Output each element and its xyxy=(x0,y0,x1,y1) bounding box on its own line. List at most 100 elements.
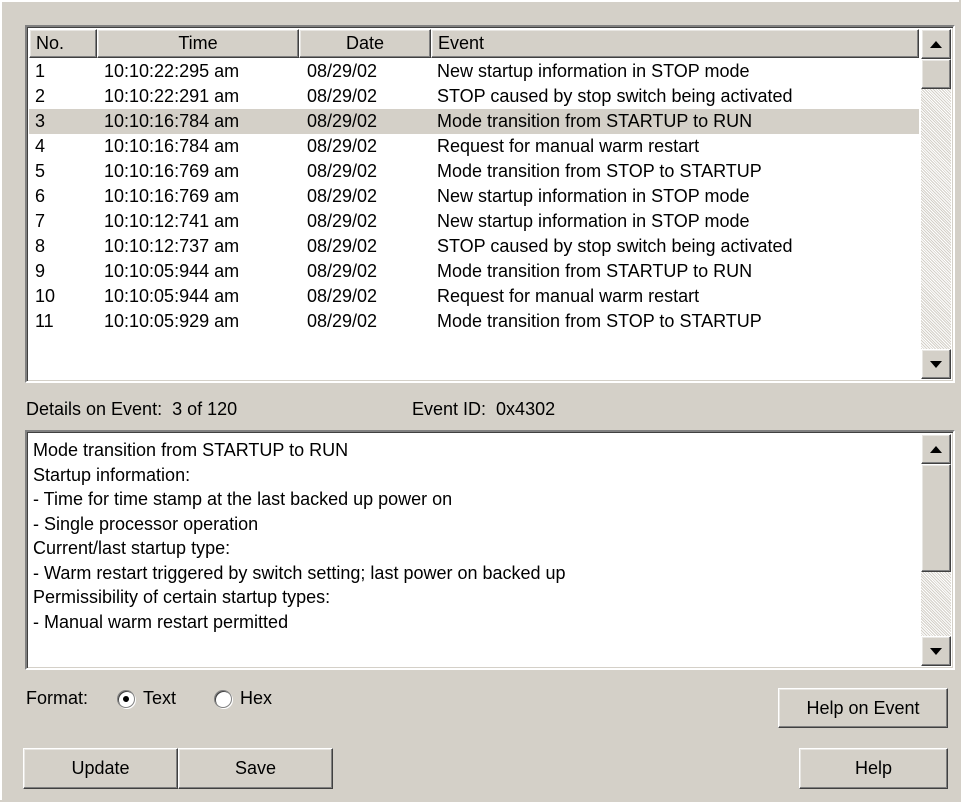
table-row[interactable]: 6 10:10:16:769 am 08/29/02 New startup info… xyxy=(29,184,919,209)
event-id-value: 0x4302 xyxy=(496,399,556,419)
details-scroll-down-button[interactable] xyxy=(921,636,951,666)
cell-event: Mode transition from STARTUP to RUN xyxy=(437,111,753,131)
details-scroll-thumb[interactable] xyxy=(921,464,951,572)
details-line: - Time for time stamp at the last backed… xyxy=(33,489,453,509)
arrow-down-icon xyxy=(930,360,942,368)
details-scrollbar[interactable] xyxy=(921,434,951,666)
format-hex-label[interactable]: Hex xyxy=(240,688,272,709)
cell-event: Request for manual warm restart xyxy=(437,286,700,306)
cell-no: 5 xyxy=(35,161,46,181)
cell-no: 10 xyxy=(35,286,56,306)
cell-no: 1 xyxy=(35,61,46,81)
event-details-textbox[interactable]: Mode transition from STARTUP to RUN Start… xyxy=(25,430,955,670)
event-list[interactable]: No. Time Date Event 1 10:10:22:295 am 08/2… xyxy=(25,25,955,383)
format-text-radio[interactable] xyxy=(117,690,135,708)
arrow-up-icon xyxy=(930,40,942,48)
cell-date: 08/29/02 xyxy=(307,211,378,231)
list-scrollbar[interactable] xyxy=(921,29,951,379)
details-line: Mode transition from STARTUP to RUN xyxy=(33,440,349,460)
cell-event: STOP caused by stop switch being activat… xyxy=(437,86,793,106)
arrow-down-icon xyxy=(930,647,942,655)
cell-date: 08/29/02 xyxy=(307,286,378,306)
cell-no: 11 xyxy=(35,311,54,331)
cell-date: 08/29/02 xyxy=(307,161,378,181)
cell-date: 08/29/02 xyxy=(307,61,378,81)
cell-time: 10:10:16:784 am xyxy=(104,136,240,156)
help-on-event-button[interactable]: Help on Event xyxy=(778,688,948,728)
cell-event: Mode transition from STARTUP to RUN xyxy=(437,261,753,281)
column-no-label: No. xyxy=(36,33,65,53)
list-rows: 1 10:10:22:295 am 08/29/02 New startup info… xyxy=(29,59,919,381)
table-row[interactable]: 5 10:10:16:769 am 08/29/02 Mode transition … xyxy=(29,159,919,184)
table-row[interactable]: 2 10:10:22:291 am 08/29/02 STOP caused by s… xyxy=(29,84,919,109)
arrow-up-icon xyxy=(930,445,942,453)
details-label: Details on Event: 3 of 120 xyxy=(26,399,237,420)
column-header-date[interactable]: Date xyxy=(299,29,431,58)
table-row[interactable]: 8 10:10:12:737 am 08/29/02 STOP caused by s… xyxy=(29,234,919,259)
update-button[interactable]: Update xyxy=(23,748,178,789)
cell-date: 08/29/02 xyxy=(307,136,378,156)
cell-event: STOP caused by stop switch being activat… xyxy=(437,236,793,256)
list-scroll-up-button[interactable] xyxy=(921,29,951,59)
cell-date: 08/29/02 xyxy=(307,261,378,281)
cell-time: 10:10:16:784 am xyxy=(104,111,240,131)
cell-date: 08/29/02 xyxy=(307,186,378,206)
column-header-time[interactable]: Time xyxy=(97,29,299,58)
cell-event: New startup information in STOP mode xyxy=(437,186,750,206)
cell-date: 08/29/02 xyxy=(307,311,378,331)
cell-no: 7 xyxy=(35,211,46,231)
cell-no: 8 xyxy=(35,236,46,256)
help-button[interactable]: Help xyxy=(799,748,948,789)
cell-time: 10:10:22:295 am xyxy=(104,61,240,81)
cell-event: New startup information in STOP mode xyxy=(437,211,750,231)
details-line: Startup information: xyxy=(33,464,191,485)
column-date-label: Date xyxy=(345,33,385,53)
cell-time: 10:10:05:944 am xyxy=(104,286,240,306)
save-button[interactable]: Save xyxy=(178,748,333,789)
details-position: 3 of 120 xyxy=(172,399,238,419)
table-row[interactable]: 4 10:10:16:784 am 08/29/02 Request for manu… xyxy=(29,134,919,159)
cell-time: 10:10:12:737 am xyxy=(104,236,240,256)
cell-time: 10:10:16:769 am xyxy=(104,161,240,181)
details-line: Current/last startup type: xyxy=(33,538,231,558)
list-scroll-thumb[interactable] xyxy=(921,59,951,89)
details-line: - Manual warm restart permitted xyxy=(33,611,289,632)
cell-time: 10:10:05:929 am xyxy=(104,311,240,331)
cell-event: New startup information in STOP mode xyxy=(437,61,750,81)
cell-time: 10:10:12:741 am xyxy=(104,211,240,231)
column-time-label: Time xyxy=(178,33,218,53)
event-id-label-text: Event ID: xyxy=(412,399,487,419)
cell-event: Mode transition from STOP to STARTUP xyxy=(437,311,762,331)
cell-date: 08/29/02 xyxy=(307,236,378,256)
cell-time: 10:10:16:769 am xyxy=(104,186,240,206)
update-label: Update xyxy=(71,758,130,778)
cell-date: 08/29/02 xyxy=(307,86,378,106)
cell-no: 6 xyxy=(35,186,46,206)
table-row[interactable]: 9 10:10:05:944 am 08/29/02 Mode transition … xyxy=(29,259,919,284)
help-label: Help xyxy=(854,758,893,778)
event-id-label: Event ID: 0x4302 xyxy=(412,399,555,420)
details-line: Permissibility of certain startup types: xyxy=(33,587,331,607)
column-header-no[interactable]: No. xyxy=(29,29,97,58)
details-scroll-up-button[interactable] xyxy=(921,434,951,464)
table-row[interactable]: 1 10:10:22:295 am 08/29/02 New startup info… xyxy=(29,59,919,84)
cell-time: 10:10:05:944 am xyxy=(104,261,240,281)
table-row[interactable]: 7 10:10:12:741 am 08/29/02 New startup info… xyxy=(29,209,919,234)
cell-no: 4 xyxy=(35,136,46,156)
list-scroll-down-button[interactable] xyxy=(921,349,951,379)
column-header-event[interactable]: Event xyxy=(431,29,919,58)
format-hex-radio[interactable] xyxy=(214,690,232,708)
cell-time: 10:10:22:291 am xyxy=(104,86,240,106)
help-on-event-label: Help on Event xyxy=(806,697,920,718)
list-header: No. Time Date Event xyxy=(29,29,919,58)
table-row[interactable]: 3 10:10:16:784 am 08/29/02 Mode transition … xyxy=(29,109,919,134)
table-row[interactable]: 10 10:10:05:944 am 08/29/02 Request for man… xyxy=(29,284,919,309)
cell-event: Request for manual warm restart xyxy=(437,136,700,156)
format-text-label[interactable]: Text xyxy=(143,688,176,709)
cell-date: 08/29/02 xyxy=(307,111,378,131)
event-details-text: Mode transition from STARTUP to RUN Start… xyxy=(33,438,913,634)
table-row[interactable]: 11 10:10:05:929 am 08/29/02 Mode transition… xyxy=(29,309,919,334)
column-event-label: Event xyxy=(438,33,485,53)
cell-no: 2 xyxy=(35,86,46,106)
save-label: Save xyxy=(234,758,277,778)
